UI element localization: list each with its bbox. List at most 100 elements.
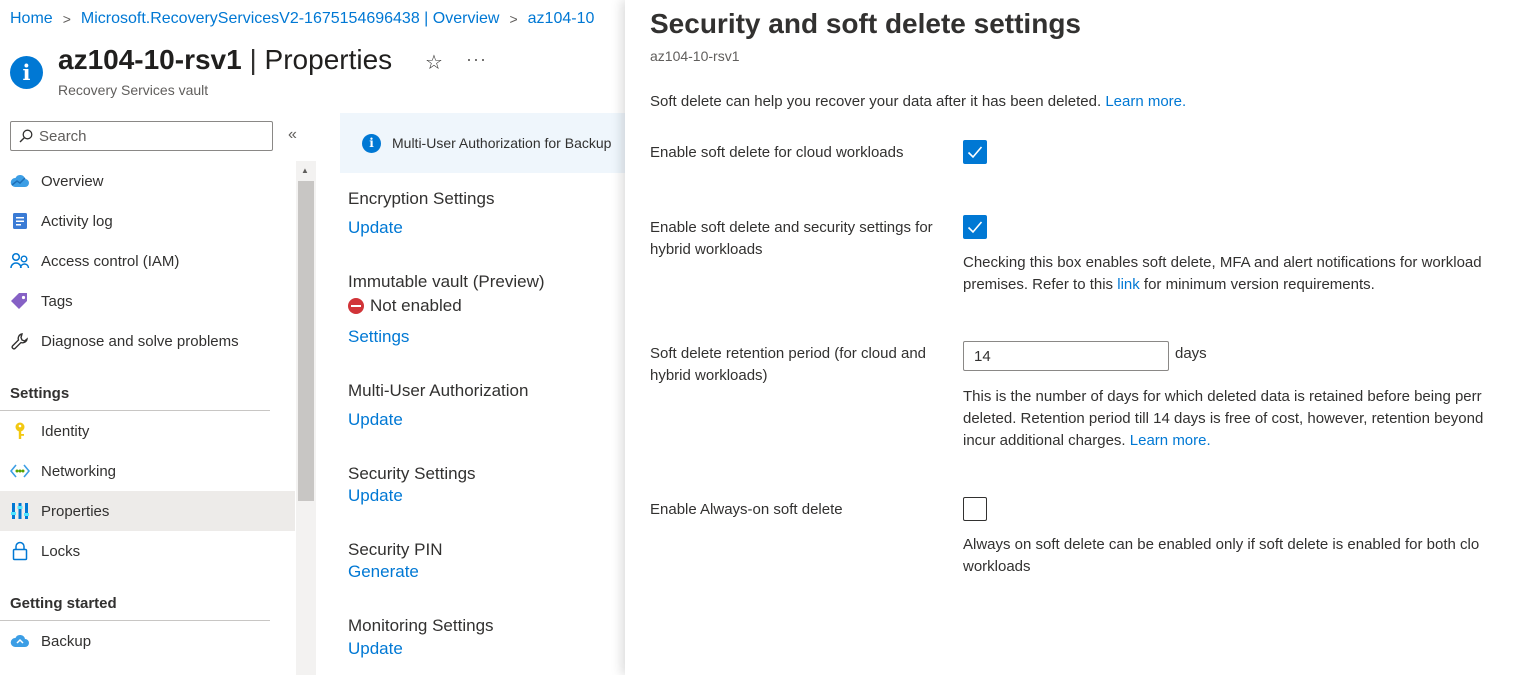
sidebar-item-label: Properties (41, 502, 110, 520)
chevron-right-icon: > (509, 11, 518, 27)
tag-icon (10, 291, 30, 311)
properties-icon (10, 501, 30, 521)
sidebar-item-diagnose[interactable]: Diagnose and solve problems (0, 321, 295, 361)
section-getting-started: Getting started (0, 571, 270, 621)
security-pin-title: Security PIN (348, 540, 443, 559)
sidebar-item-locks[interactable]: Locks (0, 531, 295, 571)
network-icon (10, 461, 30, 481)
always-on-checkbox[interactable] (963, 497, 987, 521)
breadcrumb-home[interactable]: Home (10, 10, 53, 28)
retention-description: This is the number of days for which del… (963, 386, 1526, 452)
chevron-right-icon: > (62, 11, 71, 27)
sidebar-item-overview[interactable]: Overview (0, 161, 295, 201)
resource-name: az104-10-rsv1 (58, 44, 242, 75)
people-icon (10, 251, 30, 271)
immutable-vault-title: Immutable vault (Preview) (348, 272, 545, 291)
panel-subtitle: az104-10-rsv1 (650, 48, 740, 64)
soft-delete-intro: Soft delete can help you recover your da… (650, 93, 1186, 110)
sidebar-item-label: Tags (41, 292, 73, 310)
status-text: Not enabled (370, 296, 462, 315)
info-banner: i Multi-User Authorization for Backup (340, 113, 630, 173)
breadcrumb-resource[interactable]: az104-10 (528, 10, 595, 28)
cloud-soft-delete-checkbox[interactable] (963, 140, 987, 164)
learn-more-link[interactable]: Learn more. (1105, 93, 1186, 110)
activity-log-icon (10, 211, 30, 231)
breadcrumb-overview[interactable]: Microsoft.RecoveryServicesV2-16751546964… (81, 10, 500, 28)
monitoring-update-link[interactable]: Update (348, 639, 403, 659)
page-name: Properties (264, 44, 393, 75)
sidebar-item-tags[interactable]: Tags (0, 281, 295, 321)
hybrid-soft-delete-checkbox[interactable] (963, 215, 987, 239)
security-settings-update-link[interactable]: Update (348, 486, 403, 506)
sidebar-item-networking[interactable]: Networking (0, 451, 295, 491)
info-icon: i (10, 56, 43, 89)
hybrid-desc-text: for minimum version requirements. (1143, 276, 1375, 293)
checkmark-icon (967, 221, 983, 234)
retention-desc-line: incur additional charges. Learn more. (963, 430, 1526, 452)
panel-title: Security and soft delete settings (650, 8, 1081, 39)
retention-desc-line: deleted. Retention period till 14 days i… (963, 410, 1484, 427)
wrench-icon (10, 331, 30, 351)
always-on-desc-line: workloads (963, 558, 1031, 575)
immutable-settings-link[interactable]: Settings (348, 327, 409, 347)
sidebar-item-identity[interactable]: Identity (0, 411, 295, 451)
retention-learn-more-link[interactable]: Learn more. (1130, 432, 1211, 449)
lock-icon (10, 541, 30, 561)
retention-period-input[interactable] (963, 341, 1169, 371)
search-icon (19, 129, 33, 143)
title-separator: | (249, 44, 257, 75)
checkmark-icon (967, 146, 983, 159)
sidebar-item-label: Backup (41, 632, 92, 650)
sidebar-item-backup[interactable]: Backup (0, 621, 295, 661)
security-settings-panel: Security and soft delete settings az104-… (625, 0, 1526, 675)
sidebar-item-access-control[interactable]: Access control (IAM) (0, 241, 295, 281)
mua-update-link[interactable]: Update (348, 410, 403, 430)
page-subtitle: Recovery Services vault (58, 82, 209, 98)
sidebar-item-label: Diagnose and solve problems (41, 332, 239, 350)
hybrid-soft-delete-label: Enable soft delete and security settings… (650, 219, 933, 258)
not-enabled-icon (348, 298, 364, 314)
sidebar-scrollbar-thumb[interactable] (298, 181, 314, 501)
sidebar-item-label: Activity log (41, 212, 113, 230)
hybrid-description: Checking this box enables soft delete, M… (963, 252, 1526, 296)
sidebar-item-label: Access control (IAM) (41, 252, 180, 270)
more-icon[interactable]: ··· (466, 49, 487, 70)
cloud-soft-delete-label: Enable soft delete for cloud workloads (650, 144, 904, 161)
info-banner-text: Multi-User Authorization for Backup (392, 135, 612, 151)
version-requirements-link[interactable]: link (1117, 276, 1140, 293)
search-placeholder: Search (39, 127, 87, 145)
collapse-sidebar-icon[interactable]: « (288, 126, 297, 144)
always-on-description: Always on soft delete can be enabled onl… (963, 534, 1526, 578)
sidebar-item-label: Locks (41, 542, 81, 560)
hybrid-desc-text: premises. Refer to this (963, 276, 1114, 293)
sidebar-item-label: Identity (41, 422, 90, 440)
security-settings-title: Security Settings (348, 464, 476, 483)
retention-unit: days (1175, 345, 1207, 362)
breadcrumb: Home > Microsoft.RecoveryServicesV2-1675… (10, 10, 594, 28)
sidebar-item-activity-log[interactable]: Activity log (0, 201, 295, 241)
retention-desc-line: This is the number of days for which del… (963, 388, 1482, 405)
sidebar-item-properties[interactable]: Properties (0, 491, 295, 531)
sidebar-nav: Overview Activity log Access control (IA… (0, 161, 295, 661)
sidebar-item-label: Networking (41, 462, 117, 480)
always-on-label: Enable Always-on soft delete (650, 501, 843, 518)
info-icon: i (362, 133, 381, 153)
monitoring-settings-title: Monitoring Settings (348, 616, 494, 635)
always-on-desc-line: Always on soft delete can be enabled onl… (963, 536, 1480, 553)
hybrid-desc-line: Checking this box enables soft delete, M… (963, 254, 1482, 271)
scroll-up-icon[interactable]: ▲ (301, 166, 309, 175)
section-settings: Settings (0, 361, 270, 411)
retention-period-label: Soft delete retention period (for cloud … (650, 345, 927, 384)
mua-title: Multi-User Authorization (348, 381, 529, 400)
encryption-settings-title: Encryption Settings (348, 189, 495, 208)
star-icon[interactable]: ☆ (425, 50, 443, 75)
search-input[interactable]: Search (10, 121, 273, 151)
status-badge: Not enabled (348, 296, 462, 316)
intro-text: Soft delete can help you recover your da… (650, 93, 1102, 110)
cloud-backup-icon (10, 631, 30, 651)
encryption-update-link[interactable]: Update (348, 218, 403, 238)
security-pin-generate-link[interactable]: Generate (348, 562, 419, 582)
sidebar-item-label: Overview (41, 172, 104, 190)
hybrid-desc-line: premises. Refer to this link for minimum… (963, 274, 1526, 296)
cloud-icon (10, 171, 30, 191)
